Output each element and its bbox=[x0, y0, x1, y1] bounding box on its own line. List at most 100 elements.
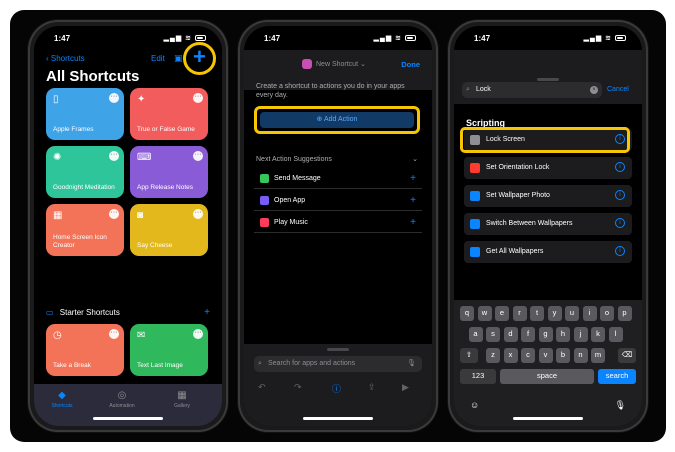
search-input[interactable]: ⌕ Search for apps and actions 🎙 bbox=[254, 356, 422, 372]
microphone-icon[interactable]: 🎙 bbox=[615, 400, 626, 411]
letter-key[interactable]: a bbox=[468, 327, 483, 342]
info-icon[interactable]: ⓘ bbox=[332, 382, 341, 395]
phone-action-search: 1:47 ▂▄▆ ≋ ⌕ Lock × Cancel Scripting Loc… bbox=[450, 22, 646, 430]
shortcut-tile[interactable]: ◙ ··· Say Cheese bbox=[130, 204, 208, 256]
app-icon bbox=[260, 196, 269, 205]
shortcut-tile[interactable]: ▦ ··· Home Screen Icon Creator bbox=[46, 204, 124, 256]
tab-gallery[interactable]: ▦ Gallery bbox=[162, 390, 202, 409]
letter-key[interactable]: y bbox=[547, 306, 562, 321]
shortcut-name[interactable]: New Shortcut ⌄ bbox=[316, 60, 366, 68]
search-key[interactable]: search bbox=[598, 369, 636, 384]
letter-key[interactable]: d bbox=[503, 327, 518, 342]
letter-key[interactable]: t bbox=[530, 306, 544, 321]
more-icon[interactable]: ··· bbox=[193, 209, 203, 219]
more-icon[interactable]: ··· bbox=[109, 209, 119, 219]
shortcut-tile[interactable]: ▯ ··· Apple Frames bbox=[46, 88, 124, 140]
starter-shortcuts-header[interactable]: ▭ Starter Shortcuts + bbox=[46, 307, 212, 318]
shift-key[interactable]: ⇧ bbox=[460, 348, 478, 363]
cancel-button[interactable]: Cancel bbox=[607, 86, 629, 93]
letter-key[interactable]: e bbox=[495, 306, 509, 321]
more-icon[interactable]: ··· bbox=[193, 93, 203, 103]
tab-label: Automation bbox=[109, 403, 135, 409]
redo-icon[interactable]: ↷ bbox=[294, 382, 302, 393]
shortcut-tile[interactable]: ◷ ··· Take a Break bbox=[46, 324, 124, 376]
letter-key[interactable]: f bbox=[521, 327, 535, 342]
plus-icon[interactable]: + bbox=[410, 173, 416, 184]
more-icon[interactable]: ··· bbox=[193, 329, 203, 339]
letter-key[interactable]: p bbox=[617, 306, 632, 321]
letter-key[interactable]: i bbox=[582, 306, 597, 321]
app-icon bbox=[260, 174, 269, 183]
undo-icon[interactable]: ↶ bbox=[258, 382, 266, 393]
plus-icon[interactable]: + bbox=[410, 195, 416, 206]
clear-icon[interactable]: × bbox=[590, 86, 598, 94]
letter-key[interactable]: b bbox=[556, 348, 570, 363]
more-icon[interactable]: ··· bbox=[109, 329, 119, 339]
add-action-button[interactable]: ⊕ Add Action bbox=[260, 112, 414, 128]
suggestion-item[interactable]: Send Message + bbox=[254, 170, 422, 189]
suggestion-item[interactable]: Play Music + bbox=[254, 214, 422, 233]
numbers-key[interactable]: 123 bbox=[460, 369, 496, 384]
info-icon[interactable]: i bbox=[615, 162, 625, 172]
letter-key[interactable]: q bbox=[460, 306, 474, 321]
letter-key[interactable]: n bbox=[573, 348, 588, 363]
tab-automation[interactable]: ◎ Automation bbox=[102, 390, 142, 409]
info-icon[interactable]: i bbox=[615, 246, 625, 256]
letter-key[interactable]: c bbox=[521, 348, 535, 363]
shortcut-icon[interactable] bbox=[302, 59, 312, 69]
shortcut-tile[interactable]: ✦ ··· True or False Game bbox=[130, 88, 208, 140]
action-result[interactable]: Set Wallpaper Photo i bbox=[464, 185, 632, 207]
play-icon[interactable]: ▶ bbox=[402, 382, 409, 393]
shortcut-tile[interactable]: ⌨ ··· App Release Notes bbox=[130, 146, 208, 198]
suggestion-label: Open App bbox=[274, 197, 306, 204]
sheet-grabber[interactable] bbox=[327, 348, 349, 351]
space-key[interactable]: space bbox=[500, 369, 594, 384]
tab-shortcuts[interactable]: ◆ Shortcuts bbox=[42, 390, 82, 409]
emoji-icon[interactable]: ☺ bbox=[470, 400, 479, 410]
letter-key[interactable]: w bbox=[477, 306, 492, 321]
status-time: 1:47 bbox=[264, 34, 281, 43]
plus-icon[interactable]: + bbox=[410, 217, 416, 228]
letter-key[interactable]: g bbox=[538, 327, 553, 342]
select-grid-icon[interactable]: ▣ bbox=[174, 53, 183, 64]
search-input[interactable]: ⌕ Lock × bbox=[462, 82, 602, 98]
sheet-grabber[interactable] bbox=[537, 78, 559, 81]
plus-icon[interactable]: + bbox=[193, 46, 206, 68]
action-result[interactable]: Switch Between Wallpapers i bbox=[464, 213, 632, 235]
letter-key[interactable]: h bbox=[556, 327, 570, 342]
microphone-icon[interactable]: 🎙 bbox=[407, 356, 416, 372]
done-button[interactable]: Done bbox=[401, 60, 420, 69]
action-result[interactable]: Set Orientation Lock i bbox=[464, 157, 632, 179]
next-action-header[interactable]: Next Action Suggestions ⌄ bbox=[256, 156, 418, 163]
shortcut-tile[interactable]: ✉ ··· Text Last Image bbox=[130, 324, 208, 376]
info-icon[interactable]: i bbox=[615, 218, 625, 228]
letter-key[interactable]: x bbox=[503, 348, 518, 363]
tab-label: Gallery bbox=[174, 403, 190, 409]
layers-icon: ◆ bbox=[58, 390, 66, 401]
more-icon[interactable]: ··· bbox=[109, 151, 119, 161]
search-icon: ⌕ bbox=[258, 360, 262, 367]
letter-key[interactable]: k bbox=[591, 327, 605, 342]
letter-key[interactable]: l bbox=[608, 327, 623, 342]
more-icon[interactable]: ··· bbox=[193, 151, 203, 161]
letter-key[interactable]: o bbox=[600, 306, 614, 321]
letter-key[interactable]: v bbox=[538, 348, 553, 363]
letter-key[interactable]: u bbox=[565, 306, 579, 321]
more-icon[interactable]: ··· bbox=[109, 93, 119, 103]
back-button[interactable]: ‹ Shortcuts bbox=[46, 54, 85, 63]
info-icon[interactable]: i bbox=[615, 190, 625, 200]
action-result[interactable]: Get All Wallpapers i bbox=[464, 241, 632, 263]
letter-key[interactable]: m bbox=[591, 348, 605, 363]
letter-key[interactable]: r bbox=[512, 306, 527, 321]
letter-key[interactable]: z bbox=[486, 348, 500, 363]
letter-key[interactable]: j bbox=[573, 327, 588, 342]
shortcut-tile[interactable]: ✺ ··· Goodnight Meditation bbox=[46, 146, 124, 198]
letter-key[interactable]: s bbox=[486, 327, 500, 342]
delete-key[interactable]: ⌫ bbox=[618, 348, 636, 363]
add-folder-icon[interactable]: + bbox=[204, 307, 210, 318]
suggestion-item[interactable]: Open App + bbox=[254, 192, 422, 211]
edit-button[interactable]: Edit bbox=[151, 54, 165, 63]
dynamic-island bbox=[311, 33, 365, 47]
action-icon bbox=[470, 163, 480, 173]
share-icon[interactable]: ⇪ bbox=[368, 382, 376, 393]
